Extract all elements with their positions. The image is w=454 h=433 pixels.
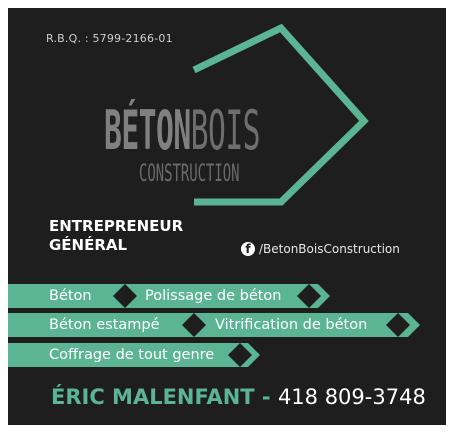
contact-name: ÉRIC MALENFANT	[51, 385, 255, 409]
business-card: R.B.Q. : 5799-2166-01 BÉTONBOIS CONSTRUC…	[8, 8, 446, 425]
service-polissage: Polissage de béton	[145, 288, 282, 304]
service-vitrification: Vitrification de béton	[215, 317, 368, 333]
contact-phone[interactable]: 418 809-3748	[278, 385, 426, 409]
service-beton-estampe: Béton estampé	[49, 317, 160, 333]
service-beton: Béton	[49, 288, 92, 304]
contact-separator: -	[254, 385, 278, 409]
service-coffrage: Coffrage de tout genre	[49, 347, 215, 363]
contact-line: ÉRIC MALENFANT - 418 809-3748	[51, 385, 426, 409]
